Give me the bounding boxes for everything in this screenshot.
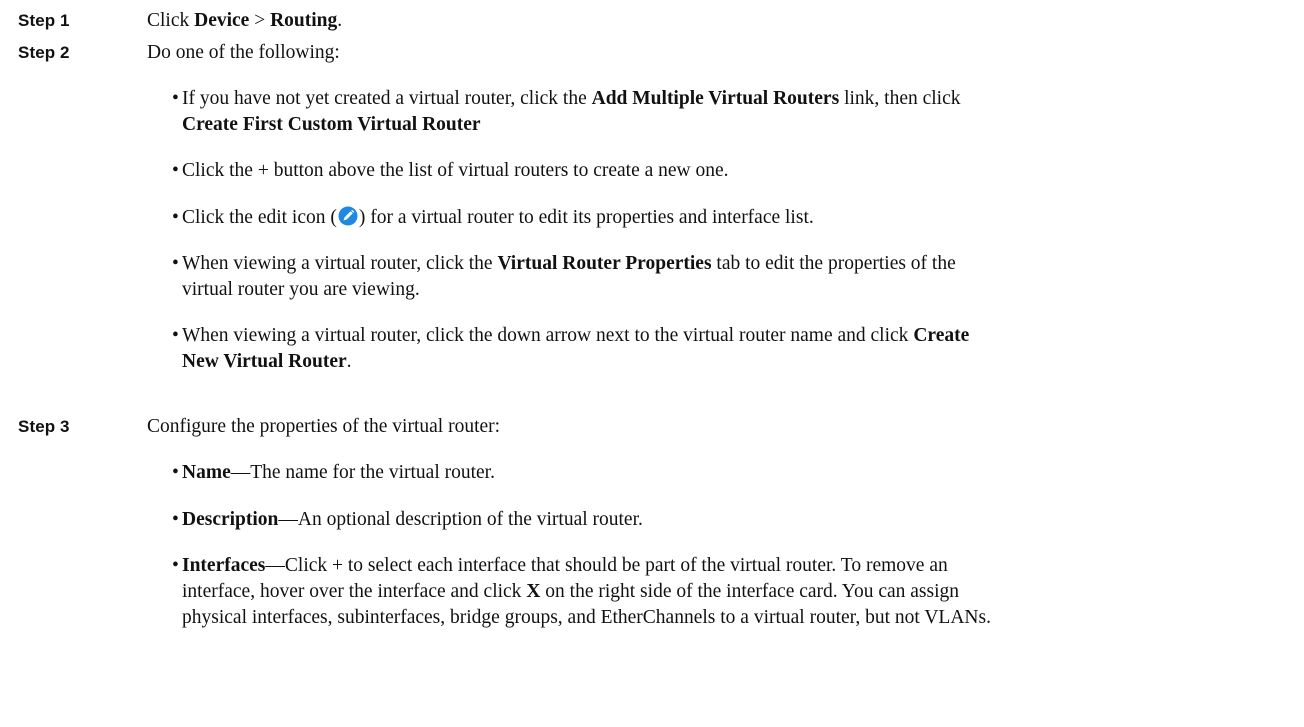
bullet-dot: •	[172, 207, 179, 228]
bullet-text-pre: Click the edit icon (	[182, 207, 337, 228]
step-3-label: Step 3	[18, 417, 70, 436]
bullet-dot: •	[172, 88, 179, 109]
add-multiple-virtual-routers-link: Add Multiple Virtual Routers	[591, 88, 840, 109]
bullet-text-continued: virtual router you are viewing.	[182, 279, 420, 300]
step-3-bullet-interfaces: • Interfaces—Click + to select each inte…	[172, 553, 1290, 631]
step-2-text: Do one of the following:	[147, 42, 340, 63]
bullet-text-pre: If you have not yet created a virtual ro…	[182, 88, 592, 109]
bullet-text-post: .	[346, 351, 352, 372]
step-1-text: Click Device > Routing.	[147, 8, 342, 34]
step-2-bullet-create-new: • When viewing a virtual router, click t…	[172, 323, 1290, 375]
bullet-text: Interfaces—Click + to select each interf…	[172, 553, 1290, 631]
interfaces-term: Interfaces	[182, 555, 266, 576]
bullet-text: When viewing a virtual router, click the…	[172, 323, 1290, 375]
interfaces-line-2-post: on the right side of the interface card.…	[540, 581, 959, 602]
new-virtual-router-label: New Virtual Router	[182, 351, 347, 372]
bullet-dot: •	[172, 555, 179, 576]
step-1-prefix: Click	[147, 10, 195, 31]
bullet-text: Description—An optional description of t…	[172, 507, 1290, 533]
virtual-router-properties-tab: Virtual Router Properties	[497, 253, 712, 274]
edit-icon	[338, 206, 358, 226]
bullet-dot: •	[172, 253, 179, 274]
bullet-text-pre: When viewing a virtual router, click the…	[182, 325, 914, 346]
menu-device: Device	[194, 10, 250, 31]
bullet-text: Click the + button above the list of vir…	[182, 160, 729, 181]
bullet-dot: •	[172, 462, 179, 483]
step-2-label: Step 2	[18, 43, 70, 62]
step-2-bullet-edit-icon: • Click the edit icon ( ) for a virtual r…	[172, 205, 1290, 231]
description-term: Description	[182, 509, 279, 530]
bullet-text: If you have not yet created a virtual ro…	[172, 86, 1290, 138]
create-first-custom-virtual-router: Create First Custom Virtual Router	[182, 114, 481, 135]
step-1-label: Step 1	[18, 11, 70, 30]
step-3-bullet-description: • Description—An optional description of…	[172, 507, 1290, 533]
bullet-dot: •	[172, 160, 179, 181]
step-2-bullet-plus-button: • Click the + button above the list of v…	[172, 158, 1290, 184]
bullet-text: Name—The name for the virtual router.	[172, 460, 1290, 486]
bullet-dot: •	[172, 325, 179, 346]
step-3-text: Configure the properties of the virtual …	[147, 416, 501, 437]
menu-routing: Routing	[270, 10, 338, 31]
bullet-dot: •	[172, 509, 179, 530]
bullet-text-mid: link, then click	[839, 88, 961, 109]
step-1-suffix: .	[337, 10, 343, 31]
step-3-bullet-name: • Name—The name for the virtual router.	[172, 460, 1290, 486]
menu-separator: >	[249, 10, 271, 31]
description-desc: —An optional description of the virtual …	[278, 509, 643, 530]
interfaces-line-2-pre: interface, hover over the interface and …	[182, 581, 527, 602]
create-label: Create	[913, 325, 970, 346]
bullet-text: Click the edit icon ( ) for a virtual rou…	[172, 205, 1290, 231]
bullet-text-post: tab to edit the properties of the	[711, 253, 956, 274]
name-term: Name	[182, 462, 231, 483]
remove-x-label: X	[526, 581, 541, 602]
step-2-bullet-add-multiple: • If you have not yet created a virtual …	[172, 86, 1290, 138]
name-desc: —The name for the virtual router.	[230, 462, 495, 483]
interfaces-line-1: —Click + to select each interface that s…	[265, 555, 948, 576]
bullet-text-pre: When viewing a virtual router, click the	[182, 253, 498, 274]
bullet-text-post: ) for a virtual router to edit its prope…	[358, 207, 814, 228]
bullet-text: When viewing a virtual router, click the…	[172, 251, 1290, 303]
interfaces-line-3: physical interfaces, subinterfaces, brid…	[182, 607, 991, 628]
step-2-bullet-properties-tab: • When viewing a virtual router, click t…	[172, 251, 1290, 303]
